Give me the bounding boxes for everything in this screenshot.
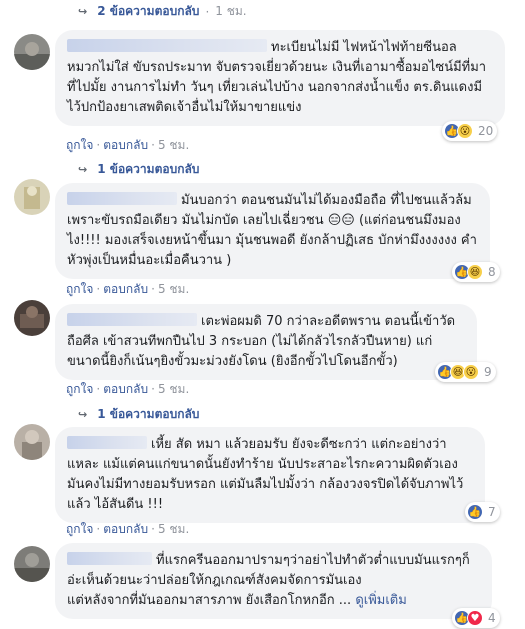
commenter-name[interactable] — [67, 313, 197, 326]
avatar[interactable] — [14, 300, 50, 336]
comment-bubble: มันบอกว่า ตอนชนมันไม่ได้มองมือถือ ที่ไปช… — [55, 183, 490, 279]
comment-bubble: ทะเบียนไม่มี ไฟหน้าไฟท้ายซีนอล หมวกไม่ใส… — [55, 30, 505, 126]
comment-bubble: ที่แรกครีนออกมาปรามๆว่าอย่าไปทำตัวต่ำแบบ… — [55, 543, 492, 619]
reply-link[interactable]: ตอบกลับ — [103, 522, 148, 536]
reply-arrow-icon: ↪ — [78, 163, 88, 176]
view-replies-link[interactable]: ↪ 1 ข้อความตอบกลับ — [78, 405, 199, 424]
comment-bubble: เหี้ย สัด หมา แล้วยอมรับ ยังจะดีซะกว่า แ… — [55, 427, 485, 523]
reply-arrow-icon: ↪ — [78, 5, 88, 18]
like-reaction-icon: 👍 — [467, 504, 483, 520]
love-reaction-icon: ♥ — [467, 610, 483, 626]
commenter-name[interactable] — [67, 436, 147, 449]
reply-link[interactable]: ตอบกลับ — [103, 282, 148, 296]
haha-reaction-icon: 😆 — [467, 264, 483, 280]
comment-time[interactable]: 5 ชม. — [158, 138, 189, 152]
like-link[interactable]: ถูกใจ — [66, 138, 93, 152]
wow-reaction-icon: 😮 — [457, 123, 473, 139]
reaction-summary[interactable]: 👍 ♥ 4 — [452, 608, 500, 628]
comment-time[interactable]: 5 ชม. — [158, 382, 189, 396]
comment-bubble: เตะพ่อผมดิ 70 กว่าละอดีตพราน ตอนนี้เข้าว… — [55, 304, 477, 380]
like-link[interactable]: ถูกใจ — [66, 522, 93, 536]
commenter-name[interactable] — [67, 552, 152, 565]
wow-reaction-icon: 😮 — [463, 364, 479, 380]
commenter-name[interactable] — [67, 39, 267, 52]
comment-actions: ถูกใจ · ตอบกลับ · 5 ชม. — [66, 382, 190, 396]
reply-link[interactable]: ตอบกลับ — [103, 382, 148, 396]
avatar[interactable] — [14, 424, 50, 460]
reaction-summary[interactable]: 👍 😆 8 — [452, 262, 500, 282]
avatar[interactable] — [14, 179, 50, 215]
view-replies-link[interactable]: ↪ 1 ข้อความตอบกลับ — [78, 160, 199, 179]
commenter-name[interactable] — [67, 192, 177, 205]
avatar[interactable] — [14, 34, 50, 70]
like-link[interactable]: ถูกใจ — [66, 282, 93, 296]
comment-time[interactable]: 5 ชม. — [158, 282, 189, 296]
reply-link[interactable]: ตอบกลับ — [103, 138, 148, 152]
comment-actions: ถูกใจ · ตอบกลับ · 5 ชม. — [66, 522, 190, 536]
reaction-summary[interactable]: 👍 7 — [465, 502, 500, 522]
comment-actions: ถูกใจ · ตอบกลับ · 5 ชม. — [66, 282, 190, 296]
view-replies-link[interactable]: ↪ 2 ข้อความตอบกลับ · 1 ชม. — [78, 2, 247, 21]
comment-actions: ถูกใจ · ตอบกลับ · 5 ชม. — [66, 138, 190, 152]
reaction-summary[interactable]: 👍 😮 20 — [442, 121, 498, 141]
see-more-link[interactable]: ดูเพิ่มเติม — [355, 593, 406, 608]
like-link[interactable]: ถูกใจ — [66, 382, 93, 396]
avatar[interactable] — [14, 546, 50, 582]
comment-time[interactable]: 5 ชม. — [158, 522, 189, 536]
reply-arrow-icon: ↪ — [78, 408, 88, 421]
reaction-summary[interactable]: 👍 😆 😮 9 — [435, 362, 496, 382]
